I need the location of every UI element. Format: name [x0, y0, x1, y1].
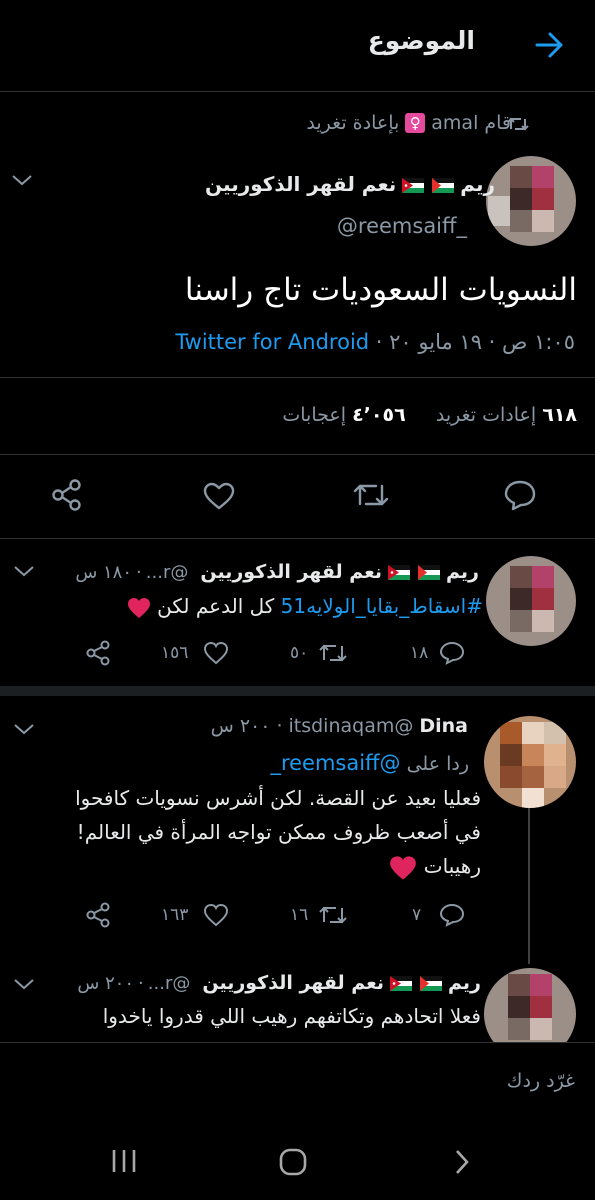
home-icon[interactable] [278, 1147, 308, 1177]
retweet-count: ١٦ [290, 905, 309, 925]
tweet-time: ٢٠٠ س [210, 715, 271, 737]
author-handle[interactable]: @r... [146, 562, 189, 583]
retweet-icon[interactable] [318, 904, 348, 926]
hashtag-link[interactable]: #اسقاط_بقايا_الولايه51 [281, 594, 483, 618]
tweet-time: ١:٠٥ ص · ١٩ مايو ٢٠ [389, 330, 575, 354]
replying-to: ردا على @reemsaiff_ [270, 751, 469, 775]
like-icon[interactable] [203, 903, 229, 927]
author-handle[interactable]: @reemsaiff_ [337, 214, 467, 238]
author-name[interactable]: Dina [419, 715, 468, 737]
tweet-meta: ١:٠٥ ص · ١٩ مايو ٢٠ · Twitter for Androi… [175, 330, 575, 354]
tweet-time: ٢٠٠ س [77, 972, 135, 994]
section-divider [0, 686, 595, 696]
chevron-down-icon[interactable] [12, 976, 36, 992]
reply-text-line: فعلا اتحادهم وتكاتفهم رهيب اللي قدروا يا… [102, 1004, 481, 1028]
recent-apps-icon[interactable] [110, 1148, 138, 1174]
avatar[interactable] [486, 156, 576, 246]
share-icon[interactable] [84, 639, 112, 667]
tweet-stats: ٦١٨ إعادات تغريد ٤٬٠٥٦ إعجابات [282, 404, 577, 426]
reply-header: ريم نعم لقهر الذكوريين @r... · ١٨٠ س [75, 561, 479, 583]
avatar[interactable] [484, 716, 576, 808]
tweet-author-name[interactable]: ريم نعم لقهر الذكوريين [205, 172, 495, 196]
divider [0, 538, 595, 539]
retweets-count[interactable]: ٦١٨ [542, 404, 577, 426]
arrow-right-icon [535, 32, 563, 58]
jordan-flag-icon [388, 973, 414, 994]
author-handle[interactable]: @r... [148, 973, 191, 994]
replying-to-label: ردا على [406, 753, 469, 775]
android-nav-bar [0, 1120, 595, 1200]
tweet-time: ١٨٠ س [75, 561, 133, 583]
like-count: ١٥٦ [161, 643, 189, 663]
reply-text: #اسقاط_بقايا_الولايه51 كل الدعم لكن [127, 594, 483, 619]
reply-icon[interactable] [503, 479, 537, 511]
dot-separator: · [276, 715, 283, 737]
tweet-source-link[interactable]: Twitter for Android [175, 330, 369, 354]
reply-text-line: في أصعب ظروف ممكن تواجه المرأة في العالم… [76, 820, 481, 844]
reply-body: رهيبات [423, 854, 481, 878]
red-heart-icon [389, 855, 417, 881]
author-name-suffix[interactable]: نعم لقهر الذكوريين [200, 561, 382, 583]
avatar[interactable] [486, 556, 576, 646]
tweet-text: النسويات السعوديات تاج راسنا [184, 272, 577, 308]
retweet-icon[interactable] [318, 642, 348, 664]
dot-separator: · [136, 561, 142, 583]
likes-label[interactable]: إعجابات [282, 404, 346, 426]
reply-text-line: فعليا بعيد عن القصة. لكن أشرس نسويات كاف… [75, 786, 481, 810]
reply-text-line: رهيبات [389, 854, 481, 881]
divider [0, 1042, 595, 1043]
back-nav-icon[interactable] [452, 1148, 472, 1176]
author-name-suffix[interactable]: نعم لقهر الذكوريين [202, 972, 384, 994]
retweet-icon[interactable] [352, 480, 390, 510]
reply-count: ٧ [412, 905, 422, 925]
likes-count[interactable]: ٤٬٠٥٦ [352, 404, 406, 426]
author-name-suffix: نعم لقهر الذكوريين [205, 172, 397, 196]
like-icon[interactable] [202, 481, 236, 511]
retweeted-by[interactable]: قام amal ♀ بإعادة تغريد [306, 112, 511, 134]
retweets-label[interactable]: إعادات تغريد [436, 404, 536, 426]
author-name: ريم [460, 172, 495, 196]
like-count: ١٦٣ [161, 905, 189, 925]
chevron-down-icon[interactable] [12, 563, 36, 579]
retweet-prefix: قام [484, 112, 511, 134]
reply-icon[interactable] [439, 641, 465, 665]
venus-emoji-icon: ♀ [405, 113, 426, 133]
dot-separator: · [138, 972, 144, 994]
reply-count: ١٨ [410, 643, 429, 663]
jordan-flag-icon [400, 172, 426, 196]
jordan-flag-icon [386, 562, 412, 583]
share-icon[interactable] [50, 478, 84, 512]
back-button[interactable] [533, 30, 567, 60]
chevron-down-icon[interactable] [12, 721, 36, 737]
retweet-count: ٥٠ [290, 643, 309, 663]
compose-reply-input[interactable]: غرّد ردك [507, 1070, 575, 1092]
meta-separator: · [369, 330, 390, 354]
red-heart-icon [127, 597, 151, 619]
palestine-flag-icon [418, 973, 444, 994]
palestine-flag-icon [416, 562, 442, 583]
like-icon[interactable] [203, 641, 229, 665]
divider [0, 454, 595, 455]
author-name[interactable]: ريم [446, 561, 479, 583]
retweet-suffix: بإعادة تغريد [306, 112, 400, 134]
reply-header: Dina @itsdinaqam · ٢٠٠ س [211, 715, 468, 737]
reply-icon[interactable] [439, 903, 465, 927]
thread-connector [528, 808, 530, 964]
replying-to-handle[interactable]: @reemsaiff_ [270, 751, 400, 775]
top-bar: الموضوع [0, 0, 595, 92]
palestine-flag-icon [430, 172, 456, 196]
divider [0, 377, 595, 378]
chevron-down-icon[interactable] [10, 172, 34, 188]
author-handle[interactable]: @itsdinaqam [288, 715, 413, 737]
retweeter-name: amal [431, 112, 479, 134]
share-icon[interactable] [84, 901, 112, 929]
page-title: الموضوع [367, 26, 475, 55]
reply-header: ريم نعم لقهر الذكوريين @r... · ٢٠٠ س [77, 972, 481, 994]
author-name[interactable]: ريم [448, 972, 481, 994]
reply-body: كل الدعم لكن [157, 594, 275, 618]
